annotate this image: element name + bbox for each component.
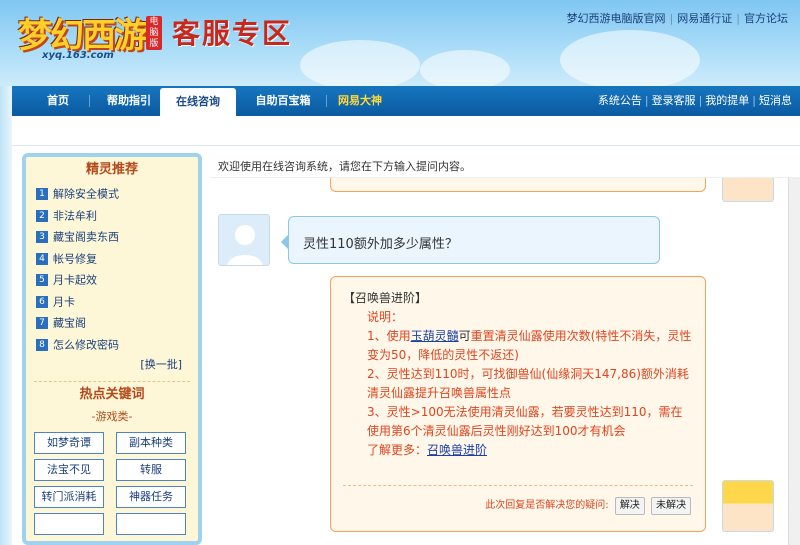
tip-item[interactable]: 2 非法牟利 — [26, 205, 198, 227]
nav-tab-home[interactable]: 首页 — [34, 86, 82, 116]
answer-heading: 【召唤兽进阶】 — [343, 291, 428, 305]
divider — [343, 485, 693, 486]
sub-bar — [12, 116, 800, 146]
tip-label: 非法牟利 — [53, 208, 97, 222]
game-logo[interactable]: 梦幻西游 电脑版 xyq.163.com — [18, 6, 168, 62]
tip-label: 月卡 — [53, 294, 75, 308]
more-link[interactable]: 召唤兽进阶 — [427, 443, 487, 457]
keyword-button[interactable] — [34, 513, 104, 535]
answer-text: 1、使用 — [367, 329, 411, 343]
cloud-decoration — [420, 50, 510, 86]
keyword-button[interactable]: 转服 — [116, 459, 186, 481]
nav-tab-online-consult[interactable]: 在线咨询 — [160, 88, 236, 116]
answer-note: 说明： — [367, 310, 404, 324]
cloud-decoration — [560, 30, 700, 86]
sidebar: 精灵推荐 1 解除安全模式 2 非法牟利 3 藏宝阁卖东西 4 帐号修复 5 月卡起效 6… — [22, 153, 202, 545]
keyword-button[interactable] — [116, 513, 186, 535]
tip-number: 4 — [36, 252, 48, 265]
tip-item[interactable]: 7 藏宝阁 — [26, 312, 198, 334]
page-title: 客服专区 — [172, 17, 293, 50]
top-links: 梦幻西游电脑版官网 | 网易通行证 | 官方论坛 — [566, 12, 788, 25]
more-label: 了解更多： — [367, 443, 428, 457]
resolve-question: 此次回复是否解决您的疑问: — [485, 500, 609, 511]
service-avatar — [722, 178, 774, 202]
bot-answer-bubble: 【召唤兽进阶】 说明： 1、使用玉葫灵髓可重置清灵仙露使用次数(特性不消失，灵性… — [330, 276, 706, 532]
main-nav: 首页 帮助指引 在线咨询 自助百宝箱 网易大神 系统公告 | 登录客服 | 我的提单 | 短… — [12, 86, 800, 116]
user-message-bubble: 灵性110额外加多少属性？ — [281, 216, 660, 264]
my-tickets-link[interactable]: 我的提单 — [705, 94, 749, 107]
welcome-text: 欢迎使用在线咨询系统，请您在下方输入提问内容。 — [218, 160, 471, 173]
hot-keywords-title: 热点关键词 — [79, 387, 145, 402]
keyword-button[interactable]: 如梦奇谭 — [34, 432, 104, 454]
edition-badge: 电脑版 — [146, 16, 162, 50]
messages-link[interactable]: 短消息 — [759, 94, 792, 107]
nav-tab-self-service[interactable]: 自助百宝箱 — [242, 86, 324, 116]
login-service-link[interactable]: 登录客服 — [652, 94, 696, 107]
tip-number: 5 — [36, 274, 48, 286]
tip-number: 7 — [36, 317, 48, 329]
answer-line-1: 1、使用玉葫灵髓可重置清灵仙露使用次数(特性不消失，灵性变为50，降低的灵性不返… — [343, 327, 693, 365]
chat-scrollbar[interactable] — [788, 177, 800, 545]
logo-domain: xyq.163.com — [42, 50, 114, 61]
nav-right-links: 系统公告 | 登录客服 | 我的提单 | 短消息 — [597, 94, 792, 107]
cloud-decoration — [300, 40, 420, 86]
user-message-text: 灵性110额外加多少属性？ — [303, 237, 458, 252]
bot-answer-text: 【召唤兽进阶】 说明： 1、使用玉葫灵髓可重置清灵仙露使用次数(特性不消失，灵性… — [343, 289, 693, 460]
answer-more: 了解更多：召唤兽进阶 — [343, 441, 693, 460]
tip-label: 月卡起效 — [53, 273, 97, 287]
passport-link[interactable]: 网易通行证 — [677, 12, 732, 25]
tip-number: 2 — [36, 209, 48, 222]
answer-line-2: 2、灵性达到110时，可找御兽仙(仙缘洞天147,86)额外消耗清灵仙露提升召唤… — [367, 367, 689, 400]
nav-tab-help[interactable]: 帮助指引 — [94, 86, 164, 116]
tip-label: 解除安全模式 — [53, 187, 119, 201]
tip-item[interactable]: 5 月卡起效 — [26, 269, 198, 291]
resolved-button[interactable]: 解决 — [614, 497, 645, 515]
tip-number: 8 — [36, 338, 48, 351]
sidebar-title: 精灵推荐 — [85, 162, 138, 177]
tip-item[interactable]: 8 怎么修改密码 — [26, 334, 198, 356]
keyword-button[interactable]: 法宝不见 — [34, 459, 104, 481]
tip-item[interactable]: 4 帐号修复 — [26, 248, 198, 270]
unresolved-button[interactable]: 未解决 — [651, 497, 691, 515]
nav-tab-netease-dashen[interactable]: 网易大神 — [328, 86, 392, 116]
user-avatar — [218, 214, 270, 266]
left-background-strip — [0, 86, 12, 545]
resolve-feedback: 此次回复是否解决您的疑问: 解决 未解决 — [485, 496, 691, 515]
chat-history[interactable]: 灵性110额外加多少属性？ 【召唤兽进阶】 说明： 1、使用玉葫灵髓可重置清灵仙… — [210, 177, 790, 545]
tip-label: 藏宝阁卖东西 — [53, 230, 119, 244]
keyword-button[interactable]: 转门派消耗 — [34, 486, 104, 508]
tip-number: 3 — [36, 231, 48, 243]
keyword-button[interactable]: 神器任务 — [116, 486, 186, 508]
tip-label: 怎么修改密码 — [53, 337, 119, 351]
tip-item[interactable]: 6 月卡 — [26, 291, 198, 313]
tip-item[interactable]: 1 解除安全模式 — [26, 183, 198, 205]
official-site-link[interactable]: 梦幻西游电脑版官网 — [567, 12, 666, 25]
keyword-button[interactable]: 副本种类 — [116, 432, 186, 454]
forum-link[interactable]: 官方论坛 — [744, 12, 788, 25]
answer-line-3: 3、灵性>100无法使用清灵仙露，若要灵性达到110，需在使用第6个清灵仙露后灵… — [367, 405, 683, 438]
previous-bot-bubble — [330, 178, 706, 192]
tip-item[interactable]: 3 藏宝阁卖东西 — [26, 226, 198, 248]
keyword-grid: 如梦奇谭 副本种类 法宝不见 转服 转门派消耗 神器任务 — [26, 426, 198, 545]
answer-text: 可 — [458, 329, 471, 343]
tip-label: 藏宝阁 — [53, 316, 86, 330]
tip-number: 1 — [36, 188, 48, 200]
swap-batch-link[interactable]: [换一批] — [26, 355, 198, 375]
keyword-category: -游戏类- — [91, 410, 133, 423]
item-link[interactable]: 玉葫灵髓 — [411, 329, 459, 343]
chat-panel: 欢迎使用在线咨询系统，请您在下方输入提问内容。 灵性110额外加多少属性？ 【召… — [210, 153, 800, 545]
nav-divider — [89, 95, 90, 107]
system-notice-link[interactable]: 系统公告 — [598, 94, 642, 107]
nav-divider — [326, 95, 327, 107]
tip-number: 6 — [36, 295, 48, 308]
tip-label: 帐号修复 — [53, 251, 97, 265]
site-header: 梦幻西游 电脑版 xyq.163.com 客服专区 梦幻西游电脑版官网 | 网易通行… — [0, 0, 800, 86]
service-avatar — [722, 480, 774, 532]
user-silhouette-icon — [227, 225, 263, 265]
